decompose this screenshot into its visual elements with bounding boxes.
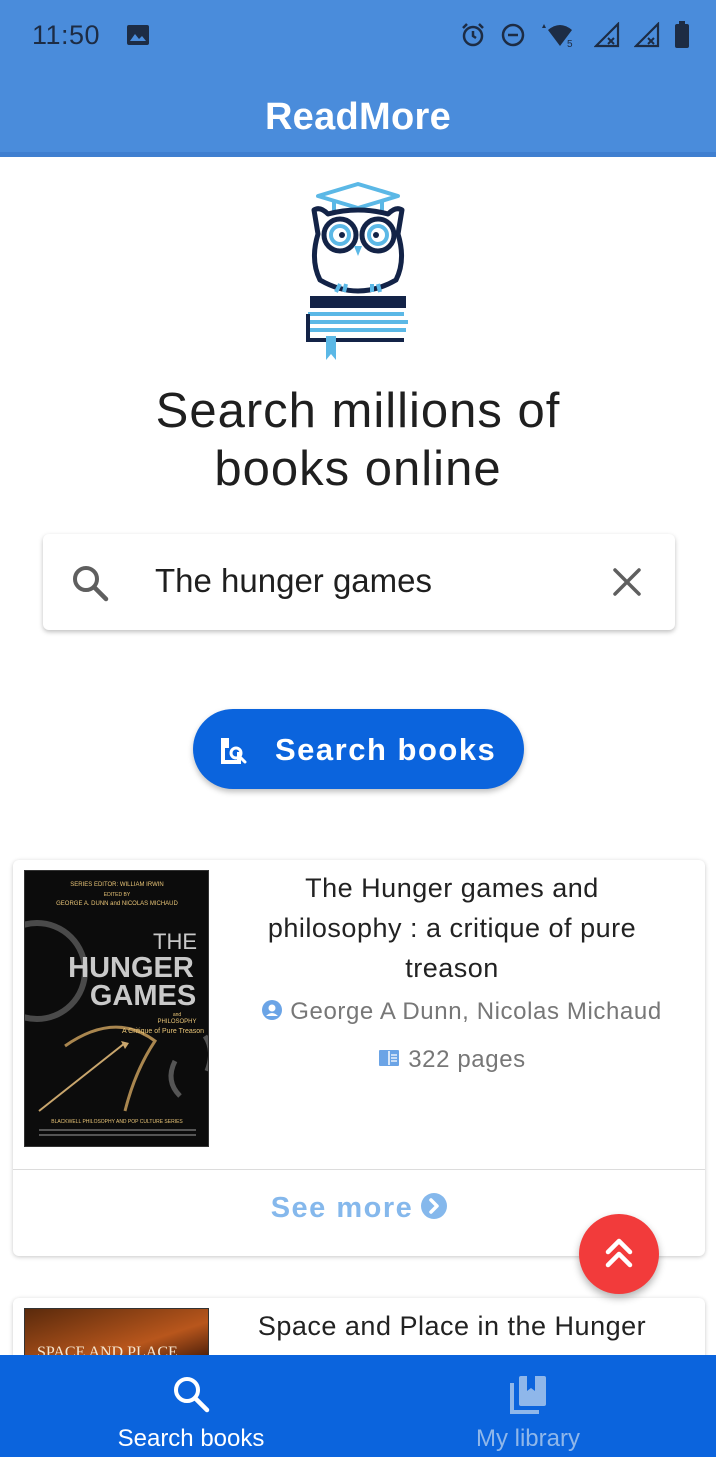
clear-icon[interactable] <box>609 564 645 600</box>
status-icons: 5 <box>460 20 690 50</box>
headline-line-1: Search millions of <box>155 384 561 438</box>
headline: Search millions of books online <box>0 382 716 498</box>
cover-the: THE <box>153 929 197 954</box>
image-icon <box>127 25 149 45</box>
cover-edited-by: EDITED BY <box>104 892 131 898</box>
book-cover-art: SERIES EDITOR: WILLIAM IRWIN EDITED BY G… <box>25 871 208 1146</box>
app-screen: 11:50 5 ReadMore Search millions of book… <box>0 0 716 1457</box>
bottom-navigation: Search books My library <box>0 1355 716 1457</box>
see-more-label: See more <box>270 1192 414 1224</box>
owl-books-logo-icon <box>306 182 408 360</box>
status-bar: 11:50 5 <box>0 0 716 72</box>
search-input[interactable]: The hunger games <box>155 562 432 600</box>
wifi-icon: 5 <box>542 24 573 48</box>
library-books-icon <box>510 1376 546 1414</box>
book-authors-row: George A Dunn, Nicolas Michaud <box>237 998 687 1026</box>
nav-search-books[interactable]: Search books <box>12 1355 370 1457</box>
book-authors: George A Dunn, Nicolas Michaud <box>290 998 662 1025</box>
search-books-button-label: Search books <box>275 732 497 767</box>
cover-editors: GEORGE A. DUNN and NICOLAS MICHAUD <box>56 901 178 907</box>
scroll-to-top-button[interactable] <box>579 1214 659 1294</box>
person-icon <box>262 999 283 1020</box>
search-books-button[interactable]: Search books <box>193 709 524 789</box>
app-title: ReadMore <box>264 96 452 138</box>
cover-series-line: SERIES EDITOR: WILLIAM IRWIN <box>70 882 163 888</box>
battery-icon <box>675 21 689 48</box>
nav-my-library-label: My library <box>475 1425 580 1452</box>
svg-text:5: 5 <box>567 39 573 48</box>
alarm-icon <box>462 23 484 47</box>
app-bar: 11:50 5 ReadMore <box>0 0 716 157</box>
book-pages-row: 322 pages <box>237 1046 667 1074</box>
book-cover[interactable]: SERIES EDITOR: WILLIAM IRWIN EDITED BY G… <box>24 870 209 1147</box>
cover-games: GAMES <box>90 980 196 1012</box>
nav-search-books-label: Search books <box>117 1425 265 1452</box>
cover-footer: BLACKWELL PHILOSOPHY AND POP CULTURE SER… <box>51 1119 183 1125</box>
cover-philosophy: PHILOSOPHY <box>157 1019 196 1025</box>
book-icon <box>379 1049 400 1066</box>
nav-my-library[interactable]: My library <box>349 1355 707 1457</box>
book-pages: 322 pages <box>408 1046 526 1073</box>
card-divider <box>13 1169 705 1170</box>
double-chevron-up-icon <box>605 1238 633 1268</box>
headline-line-2: books online <box>214 442 502 496</box>
book-title[interactable]: The Hunger games and philosophy : a crit… <box>237 868 667 988</box>
search-icon <box>73 566 109 602</box>
cover-and: and <box>173 1012 182 1018</box>
signal-icon <box>594 22 620 48</box>
search-field[interactable]: The hunger games <box>43 534 675 630</box>
status-time: 11:50 <box>32 20 101 50</box>
do-not-disturb-icon <box>501 23 525 47</box>
book-card: SERIES EDITOR: WILLIAM IRWIN EDITED BY G… <box>13 860 705 1256</box>
search-icon <box>174 1377 210 1413</box>
signal-icon <box>634 22 660 48</box>
chevron-right-circle-icon <box>421 1193 448 1220</box>
book-search-icon <box>221 738 247 764</box>
cover-subtitle: A Critique of Pure Treason <box>122 1028 204 1035</box>
